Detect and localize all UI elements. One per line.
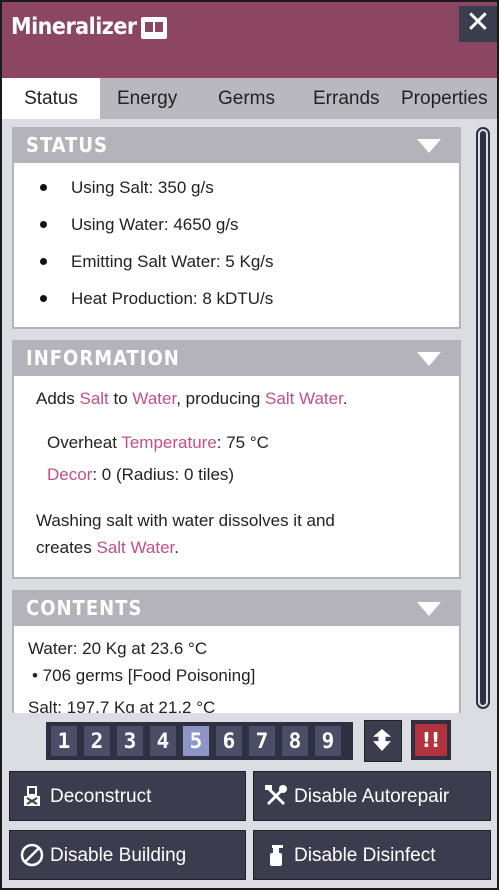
status-item: Using Salt: 350 g/s (14, 169, 459, 206)
disable-disinfect-button[interactable]: Disable Disinfect (253, 830, 491, 880)
priority-7-button[interactable]: 7 (249, 726, 275, 756)
priority-1-button[interactable]: 1 (51, 726, 77, 756)
priority-5-button[interactable]: 5 (183, 726, 209, 756)
priority-swap-button[interactable] (364, 720, 402, 762)
spray-bottle-icon (264, 843, 288, 867)
salt-link[interactable]: Salt (79, 389, 108, 408)
prohibit-icon (20, 843, 44, 867)
salt-water-link[interactable]: Salt Water (265, 389, 343, 408)
button-label: Disable Building (50, 845, 187, 866)
contents-line: Salt: 197.7 Kg at 21.2 °C (28, 698, 216, 713)
flavor-text-line1: Washing salt with water dissolves it and (36, 511, 335, 530)
close-button[interactable]: ✕ (459, 6, 497, 42)
tab-status[interactable]: Status (2, 78, 100, 119)
tab-errands[interactable]: Errands (313, 78, 380, 119)
information-section: INFORMATION Adds Salt to Water, producin… (12, 340, 461, 579)
tab-properties[interactable]: Properties (401, 78, 488, 119)
codex-book-icon[interactable] (141, 17, 167, 39)
priority-8-button[interactable]: 8 (282, 726, 308, 756)
priority-2-button[interactable]: 2 (84, 726, 110, 756)
decor-line: Decor: 0 (Radius: 0 tiles) (47, 465, 235, 484)
building-info-panel: Mineralizer ✕ Status Energy Germs Errand… (0, 0, 499, 890)
wrench-hammer-icon (264, 784, 288, 808)
button-label: Disable Disinfect (294, 845, 436, 866)
title-bar: Mineralizer ✕ (2, 2, 497, 78)
decor-link[interactable]: Decor (47, 465, 92, 484)
status-list: Using Salt: 350 g/s Using Water: 4650 g/… (14, 163, 459, 317)
contents-section: CONTENTS Water: 20 Kg at 23.6 °C • 706 g… (12, 590, 461, 713)
priority-3-button[interactable]: 3 (117, 726, 143, 756)
collapse-triangle-icon[interactable] (417, 602, 441, 616)
status-item: Emitting Salt Water: 5 Kg/s (14, 243, 459, 280)
status-item: Using Water: 4650 g/s (14, 206, 459, 243)
emergency-priority-button[interactable]: !! (411, 720, 451, 760)
tab-germs[interactable]: Germs (218, 78, 275, 119)
button-label: Deconstruct (50, 786, 152, 807)
priority-6-button[interactable]: 6 (216, 726, 242, 756)
description-line: Adds Salt to Water, producing Salt Water… (36, 389, 348, 408)
up-down-arrow-icon (373, 729, 391, 751)
tab-energy[interactable]: Energy (117, 78, 177, 119)
window-title: Mineralizer (11, 14, 137, 40)
details-scroll-area[interactable]: STATUS Using Salt: 350 g/s Using Water: … (2, 119, 497, 713)
section-title: CONTENTS (26, 596, 143, 620)
priority-selector: 1 2 3 4 5 6 7 8 9 (46, 722, 353, 760)
salt-water-link[interactable]: Salt Water (96, 538, 174, 557)
overheat-line: Overheat Temperature: 75 °C (47, 433, 269, 452)
status-section: STATUS Using Salt: 350 g/s Using Water: … (12, 127, 461, 329)
button-label: Disable Autorepair (294, 786, 450, 807)
priority-9-button[interactable]: 9 (315, 726, 341, 756)
information-section-header[interactable]: INFORMATION (14, 342, 459, 376)
tab-bar: Status Energy Germs Errands Properties (2, 78, 497, 119)
alert-icon: !! (415, 724, 447, 756)
water-link[interactable]: Water (132, 389, 176, 408)
disable-building-button[interactable]: Disable Building (9, 830, 246, 880)
contents-line: Water: 20 Kg at 23.6 °C (28, 639, 208, 658)
flavor-text-line2: creates Salt Water. (36, 538, 180, 557)
scrollbar-thumb[interactable] (480, 131, 486, 705)
germs-line: • 706 germs [Food Poisoning] (32, 666, 256, 685)
deconstruct-icon (20, 784, 44, 808)
contents-section-header[interactable]: CONTENTS (14, 592, 459, 626)
disable-autorepair-button[interactable]: Disable Autorepair (253, 771, 491, 821)
priority-4-button[interactable]: 4 (150, 726, 176, 756)
scrollbar[interactable] (476, 127, 490, 709)
temperature-link[interactable]: Temperature (121, 433, 216, 452)
collapse-triangle-icon[interactable] (417, 352, 441, 366)
deconstruct-button[interactable]: Deconstruct (9, 771, 246, 821)
section-title: INFORMATION (26, 346, 180, 370)
status-section-header[interactable]: STATUS (14, 129, 459, 163)
collapse-triangle-icon[interactable] (417, 139, 441, 153)
bottom-controls: 1 2 3 4 5 6 7 8 9 !! Deconstruct Disable (2, 713, 497, 888)
section-title: STATUS (26, 133, 108, 157)
status-item: Heat Production: 8 kDTU/s (14, 280, 459, 317)
